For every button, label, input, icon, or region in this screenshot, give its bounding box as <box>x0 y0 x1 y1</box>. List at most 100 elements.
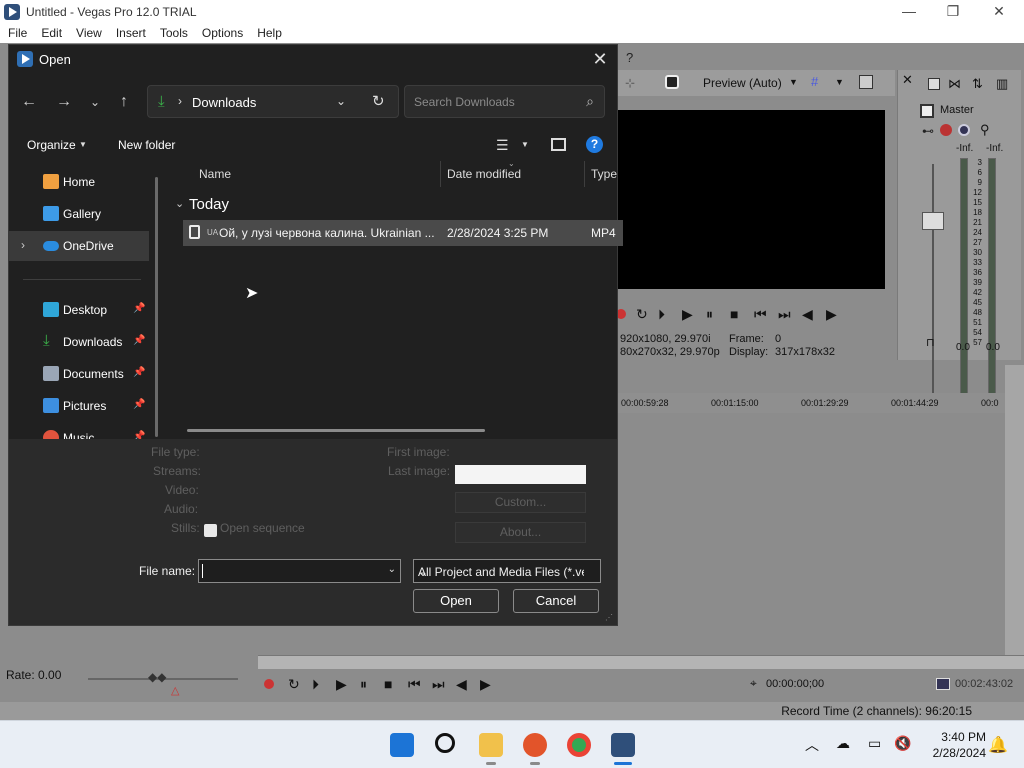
menu-view[interactable]: View <box>76 26 102 40</box>
go-to-end-icon[interactable]: ⏭ <box>432 676 445 693</box>
chevron-down-icon[interactable]: ▼ <box>789 77 798 87</box>
menu-edit[interactable]: Edit <box>41 26 62 40</box>
recent-locations-chevron-icon[interactable]: ⌄ <box>83 91 107 113</box>
file-list-horizontal-scrollbar[interactable] <box>187 429 485 432</box>
column-divider[interactable] <box>584 161 585 187</box>
minimize-button[interactable]: — <box>886 0 932 23</box>
grid-overlay-icon[interactable]: # <box>811 74 818 89</box>
nav-item-pictures[interactable]: Pictures 📌 <box>9 391 149 421</box>
nav-scrollbar[interactable] <box>155 177 158 437</box>
play-icon[interactable]: ▶ <box>336 676 347 693</box>
timeline-vertical-scrollbar[interactable] <box>1005 365 1024 655</box>
nav-item-documents[interactable]: Documents 📌 <box>9 359 149 389</box>
open-button[interactable]: Open <box>413 589 499 613</box>
copy-snapshot-icon[interactable] <box>859 75 873 89</box>
chevron-down-icon[interactable]: ▼ <box>79 140 87 149</box>
nav-item-music[interactable]: Music 📌 <box>9 423 149 439</box>
menu-file[interactable]: File <box>8 26 27 40</box>
breadcrumb[interactable]: Downloads <box>192 95 256 110</box>
timeline-horizontal-scrollbar[interactable] <box>258 655 1024 669</box>
pin-icon[interactable]: 📌 <box>133 431 145 439</box>
file-name-field[interactable]: ⌄ <box>198 559 401 583</box>
column-header-date[interactable]: Date modified <box>447 167 521 181</box>
previous-frame-icon[interactable]: ◀ <box>456 676 467 693</box>
windows-start-icon[interactable] <box>390 733 414 757</box>
file-row[interactable]: UA Ой, у лузі червона калина. Ukrainian … <box>183 220 623 246</box>
stop-icon[interactable]: ■ <box>730 306 738 322</box>
preview-quality-dropdown[interactable]: Preview (Auto) <box>703 76 782 90</box>
nav-item-onedrive[interactable]: › OneDrive <box>9 231 149 261</box>
nav-item-desktop[interactable]: Desktop 📌 <box>9 295 149 325</box>
pan-icon[interactable]: ⊷ <box>922 124 934 138</box>
help-icon[interactable]: ? <box>586 136 603 153</box>
chevron-down-icon[interactable]: ⌄ <box>388 564 396 575</box>
firefox-icon[interactable] <box>523 733 547 757</box>
chevron-down-icon[interactable]: ▼ <box>521 140 529 149</box>
file-explorer-icon[interactable] <box>479 733 503 757</box>
go-to-start-icon[interactable]: ⏮ <box>754 306 767 323</box>
split-icon[interactable]: ⊹ <box>625 76 635 90</box>
chevron-down-icon[interactable]: ▼ <box>835 77 844 87</box>
close-icon[interactable]: ✕ <box>589 48 611 70</box>
go-to-end-icon[interactable]: ⏭ <box>778 306 791 323</box>
fx-chain-icon[interactable] <box>940 124 952 136</box>
view-options-icon[interactable]: ☰ <box>496 137 509 154</box>
custom-button[interactable]: Custom... <box>455 492 586 513</box>
dim-icon[interactable]: ⇅ <box>972 76 983 92</box>
breadcrumb-chevron-icon[interactable]: › <box>178 94 182 108</box>
bus-fx-icon[interactable] <box>928 78 940 90</box>
timeline-ruler[interactable]: 00:00:59:28 00:01:15:00 00:01:29:29 00:0… <box>617 393 1005 413</box>
new-folder-button[interactable]: New folder <box>118 138 175 152</box>
wrench-icon[interactable]: ⚲ <box>980 122 990 138</box>
menu-help[interactable]: Help <box>257 26 282 40</box>
collapse-group-chevron-icon[interactable]: ⌄ <box>175 197 184 210</box>
rate-slider-handle[interactable]: ◆◆ <box>148 670 166 684</box>
stop-icon[interactable]: ■ <box>384 676 392 692</box>
refresh-icon[interactable]: ↻ <box>372 92 385 110</box>
close-pane-icon[interactable]: ✕ <box>902 72 913 88</box>
menu-options[interactable]: Options <box>202 26 243 40</box>
preview-pane-icon[interactable] <box>551 138 566 151</box>
column-header-type[interactable]: Type <box>591 167 617 181</box>
group-header-today[interactable]: Today <box>189 196 229 213</box>
menu-tools[interactable]: Tools <box>160 26 188 40</box>
next-frame-icon[interactable]: ▶ <box>480 676 491 693</box>
cancel-button[interactable]: Cancel <box>513 589 599 613</box>
up-arrow-icon[interactable]: ↑ <box>112 91 136 113</box>
forward-arrow-icon[interactable]: → <box>52 91 76 113</box>
nav-item-downloads[interactable]: ⤓ Downloads 📌 <box>9 327 149 357</box>
pin-icon[interactable]: 📌 <box>133 303 145 314</box>
nav-item-home[interactable]: Home <box>9 167 149 197</box>
nav-item-gallery[interactable]: Gallery <box>9 199 149 229</box>
preview-fx-icon[interactable] <box>665 75 679 89</box>
master-fader-handle[interactable] <box>922 212 944 230</box>
onedrive-tray-icon[interactable]: ☁ <box>836 735 850 752</box>
resize-grip-icon[interactable]: ⋰ <box>605 613 613 622</box>
back-arrow-icon[interactable]: ← <box>17 91 41 113</box>
bypass-icon[interactable] <box>958 124 970 136</box>
pin-icon[interactable]: 📌 <box>133 335 145 346</box>
address-history-chevron-icon[interactable]: ⌄ <box>336 94 346 108</box>
column-header-name[interactable]: Name <box>199 167 231 181</box>
volume-muted-icon[interactable]: 🔇 <box>894 735 911 752</box>
pause-icon[interactable]: ⏸ <box>360 676 367 693</box>
play-from-start-icon[interactable]: ⏵ <box>658 306 665 323</box>
open-sequence-checkbox[interactable] <box>204 524 217 537</box>
menu-insert[interactable]: Insert <box>116 26 146 40</box>
loop-icon[interactable]: ↻ <box>636 306 648 323</box>
system-clock[interactable]: 3:40 PM 2/28/2024 <box>933 729 986 761</box>
pause-icon[interactable]: ⏸ <box>706 306 713 323</box>
search-icon[interactable] <box>435 733 455 753</box>
search-input[interactable]: Search Downloads ⌕ <box>404 85 605 118</box>
bus-meter-icon[interactable]: ▥ <box>996 76 1008 92</box>
chevron-down-icon[interactable]: ⌄ <box>418 565 584 579</box>
vegas-pro-taskbar-icon[interactable] <box>611 733 635 757</box>
chevron-up-icon[interactable]: ︿ <box>805 735 819 755</box>
address-bar[interactable]: ⤓ › Downloads ⌄ ↻ <box>147 85 399 118</box>
previous-frame-icon[interactable]: ◀ <box>802 306 813 323</box>
organize-button[interactable]: Organize <box>27 138 76 152</box>
notification-bell-icon[interactable]: 🔔 <box>988 735 1008 755</box>
close-window-button[interactable]: ✕ <box>976 0 1022 23</box>
restore-button[interactable]: ❐ <box>930 0 976 23</box>
play-from-start-icon[interactable]: ⏵ <box>312 676 319 693</box>
